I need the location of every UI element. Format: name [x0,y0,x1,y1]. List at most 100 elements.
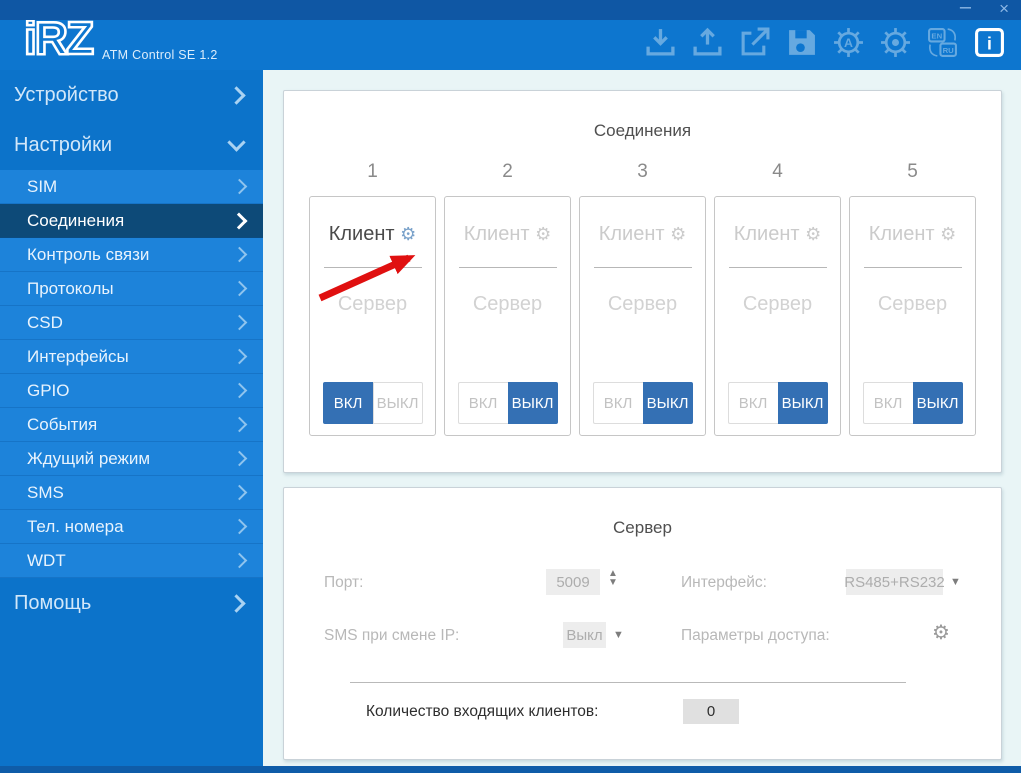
close-button[interactable]: × [999,0,1009,18]
sidebar-item-connections[interactable]: Соединения [0,204,263,238]
client-row: Клиент ⚙ [715,223,840,246]
connections-panel-title: Соединения [593,121,692,140]
interface-dropdown-arrow-icon[interactable]: ▼ [950,576,961,588]
sidebar-item-phone-numbers[interactable]: Тел. номера [0,510,263,544]
chevron-right-icon [231,314,248,331]
server-panel: Сервер Порт: 5009 ▲ ▼ Интерфейс: RS485+RS… [283,487,1002,760]
sidebar-item-sms[interactable]: SMS [0,476,263,510]
incoming-clients-value: 0 [683,699,739,724]
sub-item-label: Интерфейсы [27,346,129,366]
chevron-right-icon [231,484,248,501]
connection-cards-row: Клиент ⚙ Сервер ВКЛ ВЫКЛ Клиент ⚙ Сервер [284,196,1001,436]
toggle-off-button[interactable]: ВЫКЛ [507,382,558,424]
sidebar: Устройство Настройки SIM Соединения Конт… [0,70,263,766]
window-bottom-border [0,766,1021,773]
client-label: Клиент [463,223,530,245]
client-settings-gear-icon[interactable]: ⚙ [940,224,956,244]
divider [458,267,557,268]
connection-number: 3 [637,161,648,182]
sidebar-item-events[interactable]: События [0,408,263,442]
sidebar-item-link-control[interactable]: Контроль связи [0,238,263,272]
client-row: Клиент ⚙ [580,223,705,246]
sub-item-label: Протоколы [27,278,114,298]
sidebar-item-csd[interactable]: CSD [0,306,263,340]
connection-numbers-row: 1 2 3 4 5 [284,161,1001,183]
chevron-down-icon [227,133,246,152]
toggle-on-button[interactable]: ВКЛ [862,382,913,424]
connection-card-1: Клиент ⚙ Сервер ВКЛ ВЫКЛ [309,196,436,436]
divider [728,267,827,268]
sidebar-item-settings[interactable]: Настройки [0,120,263,170]
toggle-on-button[interactable]: ВКЛ [322,382,373,424]
power-toggle: ВКЛ ВЫКЛ [592,382,693,424]
divider [350,682,906,683]
client-settings-gear-icon[interactable]: ⚙ [400,224,416,244]
server-label: Сервер [337,293,408,315]
sub-item-label: Ждущий режим [27,448,151,468]
sidebar-item-standby[interactable]: Ждущий режим [0,442,263,476]
toggle-on-button[interactable]: ВКЛ [457,382,508,424]
client-settings-gear-icon[interactable]: ⚙ [670,224,686,244]
toggle-off-button[interactable]: ВЫКЛ [777,382,828,424]
download-icon[interactable] [645,27,676,58]
info-icon[interactable]: i [974,27,1005,58]
interface-select[interactable]: RS485+RS232 [844,569,945,595]
chevron-right-icon [231,178,248,195]
toggle-on-button[interactable]: ВКЛ [592,382,643,424]
port-input[interactable]: 5009 [546,569,600,595]
sms-on-ip-change-select[interactable]: Выкл [563,622,606,648]
client-row: Клиент ⚙ [445,223,570,246]
client-label: Клиент [733,223,800,245]
sidebar-item-sim[interactable]: SIM [0,170,263,204]
gear-letter: A [844,36,853,50]
sidebar-item-help[interactable]: Помощь [0,578,263,628]
sidebar-item-device[interactable]: Устройство [0,70,263,120]
toggle-on-button[interactable]: ВКЛ [727,382,778,424]
access-params-gear-icon[interactable]: ⚙ [932,620,950,645]
connection-number: 4 [772,161,783,182]
client-label: Клиент [598,223,665,245]
power-toggle: ВКЛ ВЫКЛ [727,382,828,424]
connections-panel: Соединения 1 2 3 4 5 Клиент ⚙ Сервер ВКЛ… [283,90,1002,473]
port-spinner[interactable]: ▲ ▼ [608,569,618,588]
divider [323,267,422,268]
power-toggle: ВКЛ ВЫКЛ [862,382,963,424]
app-header: iRZ ATM Control SE 1.2 A EN RU i [0,11,1021,70]
save-icon[interactable] [786,27,817,58]
connection-card-5: Клиент ⚙ Сервер ВКЛ ВЫКЛ [849,196,976,436]
sidebar-item-gpio[interactable]: GPIO [0,374,263,408]
connection-card-4: Клиент ⚙ Сервер ВКЛ ВЫКЛ [714,196,841,436]
client-settings-gear-icon[interactable]: ⚙ [805,224,821,244]
sub-item-label: События [27,414,98,434]
spinner-down-icon[interactable]: ▼ [608,578,618,588]
upload-icon[interactable] [692,27,723,58]
sub-item-label: Контроль связи [27,244,150,264]
connection-card-2: Клиент ⚙ Сервер ВКЛ ВЫКЛ [444,196,571,436]
settings-gear-icon[interactable] [880,27,911,58]
client-settings-gear-icon[interactable]: ⚙ [535,224,551,244]
toggle-off-button[interactable]: ВЫКЛ [642,382,693,424]
window-titlebar: – × [0,0,1021,20]
minimize-button[interactable]: – [960,0,971,17]
sub-item-label: Соединения [27,210,125,230]
app-title: ATM Control SE 1.2 [102,48,218,62]
divider [863,267,962,268]
toggle-off-button[interactable]: ВЫКЛ [912,382,963,424]
language-toggle-icon[interactable]: EN RU [927,27,958,58]
power-toggle: ВКЛ ВЫКЛ [457,382,558,424]
toggle-off-button[interactable]: ВЫКЛ [372,382,423,424]
sub-item-label: SMS [27,482,64,502]
lang-en-label: EN [931,31,942,40]
sidebar-item-protocols[interactable]: Протоколы [0,272,263,306]
chevron-right-icon [231,518,248,535]
port-label: Порт: [324,574,364,591]
auto-settings-gear-icon[interactable]: A [833,27,864,58]
sub-item-label: CSD [27,312,63,332]
server-label: Сервер [607,293,678,315]
export-icon[interactable] [739,27,770,58]
sidebar-item-interfaces[interactable]: Интерфейсы [0,340,263,374]
chevron-right-icon [231,416,248,433]
sms-dropdown-arrow-icon[interactable]: ▼ [613,629,624,641]
chevron-right-icon [227,593,246,613]
sidebar-item-wdt[interactable]: WDT [0,544,263,578]
